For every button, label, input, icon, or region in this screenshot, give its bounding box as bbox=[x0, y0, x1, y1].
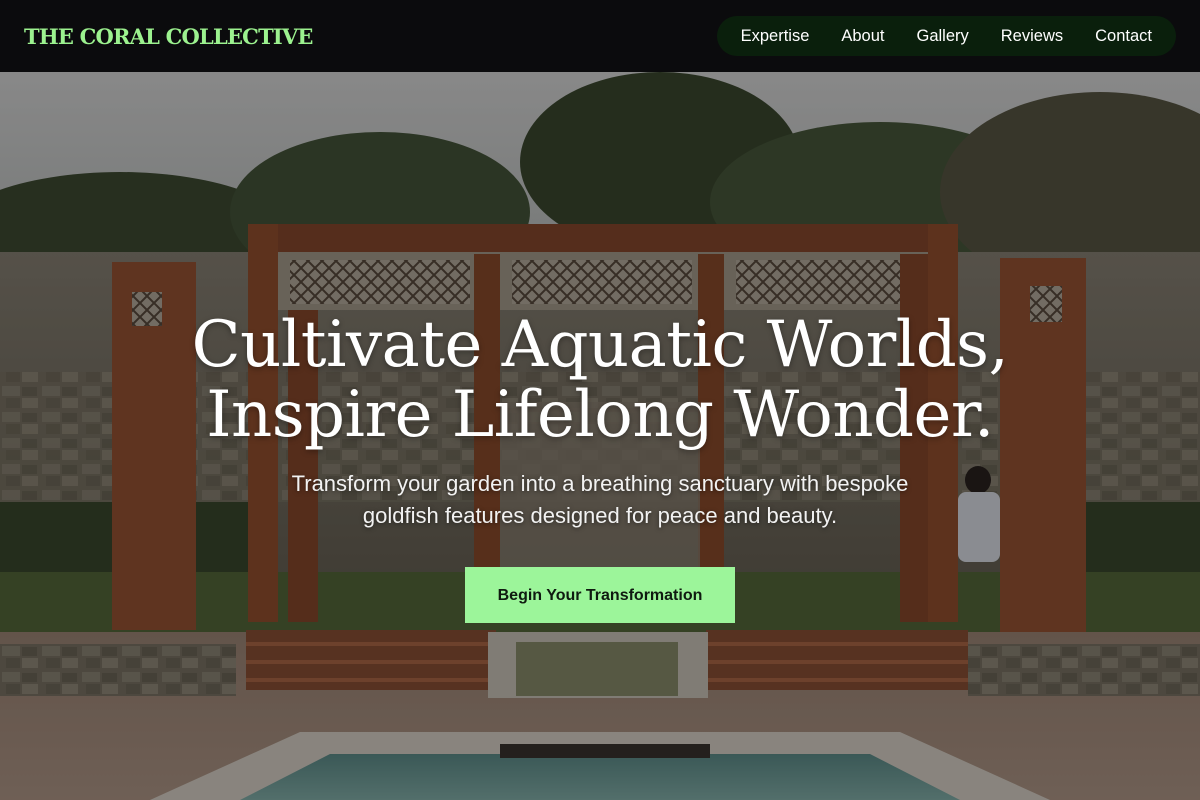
brand-logo[interactable]: THE CORAL COLLECTIVE bbox=[24, 24, 313, 49]
hero-subtext: Transform your garden into a breathing s… bbox=[291, 471, 909, 528]
nav-link-expertise[interactable]: Expertise bbox=[725, 16, 826, 56]
nav-link-contact[interactable]: Contact bbox=[1079, 16, 1168, 56]
nav-link-gallery[interactable]: Gallery bbox=[901, 16, 985, 56]
nav-link-about[interactable]: About bbox=[825, 16, 900, 56]
hero-content: Cultivate Aquatic Worlds, Inspire Lifelo… bbox=[0, 310, 1200, 623]
begin-transformation-button[interactable]: Begin Your Transformation bbox=[465, 567, 735, 623]
hero-headline-line1: Cultivate Aquatic Worlds, bbox=[191, 308, 1009, 382]
nav-menu: Expertise About Gallery Reviews Contact bbox=[716, 16, 1176, 56]
nav-link-reviews[interactable]: Reviews bbox=[985, 16, 1079, 56]
hero-headline-line2: Inspire Lifelong Wonder. bbox=[206, 378, 994, 452]
hero-section: Cultivate Aquatic Worlds, Inspire Lifelo… bbox=[0, 72, 1200, 800]
hero-headline: Cultivate Aquatic Worlds, Inspire Lifelo… bbox=[0, 310, 1200, 450]
navbar: THE CORAL COLLECTIVE Expertise About Gal… bbox=[0, 0, 1200, 72]
